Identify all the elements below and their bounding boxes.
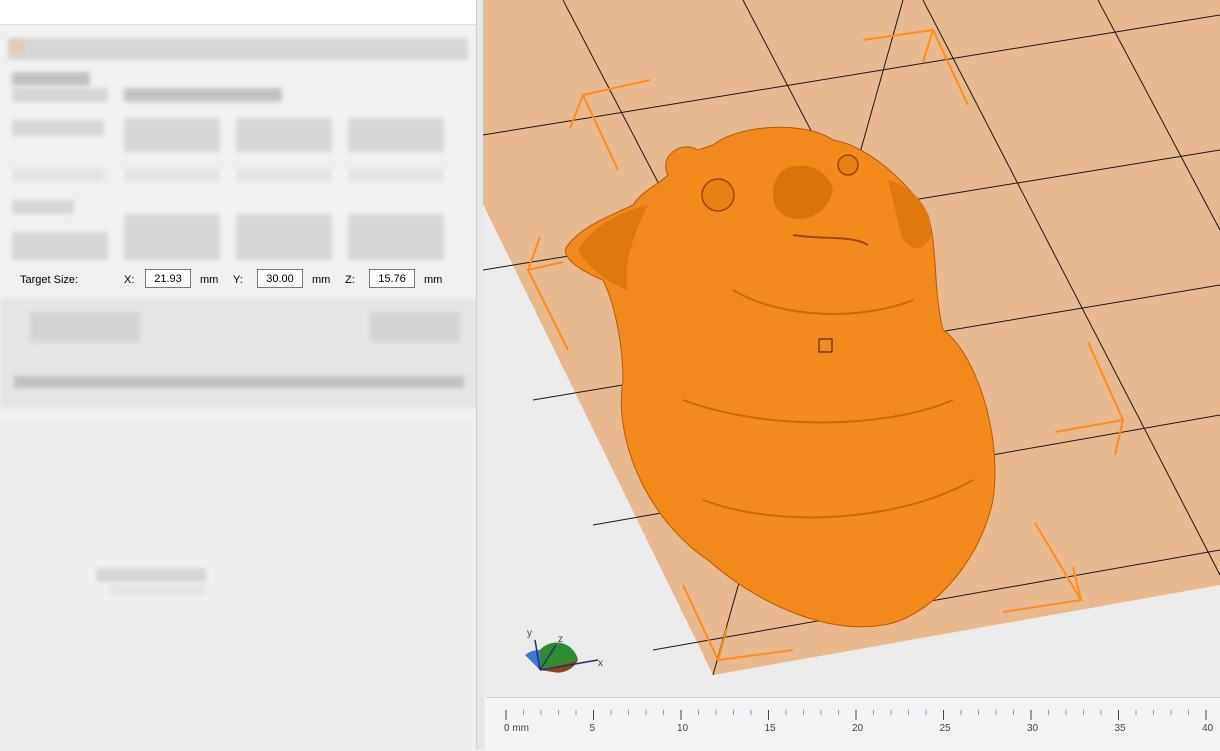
ruler-tick-label: 25	[940, 723, 952, 734]
blurred-value	[124, 88, 282, 102]
target-size-label: Target Size:	[20, 274, 79, 286]
blurred-status	[96, 568, 206, 582]
blurred-field	[124, 118, 220, 152]
ruler-tick-label: 5	[590, 723, 596, 734]
blurred-field	[236, 168, 332, 182]
ruler-tick-label: 30	[1027, 723, 1039, 734]
x-unit: mm	[200, 274, 219, 286]
blurred-item	[10, 40, 24, 54]
blurred-label	[12, 72, 90, 86]
bottom-ruler: 0 mm 5 10 15 20 25 30 35 40	[486, 697, 1220, 751]
axis-z-label: z	[558, 634, 563, 645]
blurred-label	[12, 120, 104, 136]
x-label: X:	[124, 274, 135, 286]
ruler-tick-label: 0 mm	[504, 723, 529, 734]
ruler-tick-label: 40	[1202, 723, 1214, 734]
blurred-header	[8, 38, 468, 60]
blurred-field	[348, 118, 444, 152]
axis-x-label: x	[598, 658, 603, 669]
blurred-field	[348, 168, 444, 182]
ruler-tick-label: 10	[677, 723, 689, 734]
ruler-tick-label: 35	[1115, 723, 1127, 734]
blurred-slider	[14, 376, 464, 388]
viewport-scene: y z x	[483, 0, 1220, 676]
left-panel: Target Size: X: 21.93 mm Y: 30.00 mm Z: …	[0, 0, 484, 750]
blurred-label	[12, 232, 108, 260]
blurred-field	[348, 214, 444, 260]
blurred-status	[110, 584, 206, 596]
target-size-row: Target Size: X: 21.93 mm Y: 30.00 mm Z: …	[0, 265, 476, 295]
target-size-z-input[interactable]: 15.76	[369, 269, 415, 288]
z-unit: mm	[424, 274, 443, 286]
ruler-tick-label: 20	[852, 723, 864, 734]
target-size-x-input[interactable]: 21.93	[145, 269, 191, 288]
blurred-field	[236, 118, 332, 152]
blurred-label	[12, 168, 104, 182]
top-strip	[0, 0, 476, 25]
ruler-scale: 0 mm 5 10 15 20 25 30 35 40	[504, 710, 1214, 734]
axis-gizmo-icon: y z x	[525, 628, 603, 673]
y-unit: mm	[312, 274, 331, 286]
blurred-field	[236, 214, 332, 260]
ruler-tick-label: 15	[765, 723, 777, 734]
blurred-label	[12, 200, 74, 214]
axis-y-label: y	[527, 628, 532, 639]
target-size-y-input[interactable]: 30.00	[257, 269, 303, 288]
z-label: Z:	[345, 274, 355, 286]
blank-area	[0, 420, 476, 750]
blurred-value	[370, 312, 460, 342]
blurred-field	[124, 168, 220, 182]
y-label: Y:	[233, 274, 243, 286]
3d-viewport[interactable]: y z x	[483, 0, 1220, 697]
blurred-label	[12, 88, 108, 102]
blurred-label	[30, 312, 140, 342]
blurred-field	[124, 214, 220, 260]
